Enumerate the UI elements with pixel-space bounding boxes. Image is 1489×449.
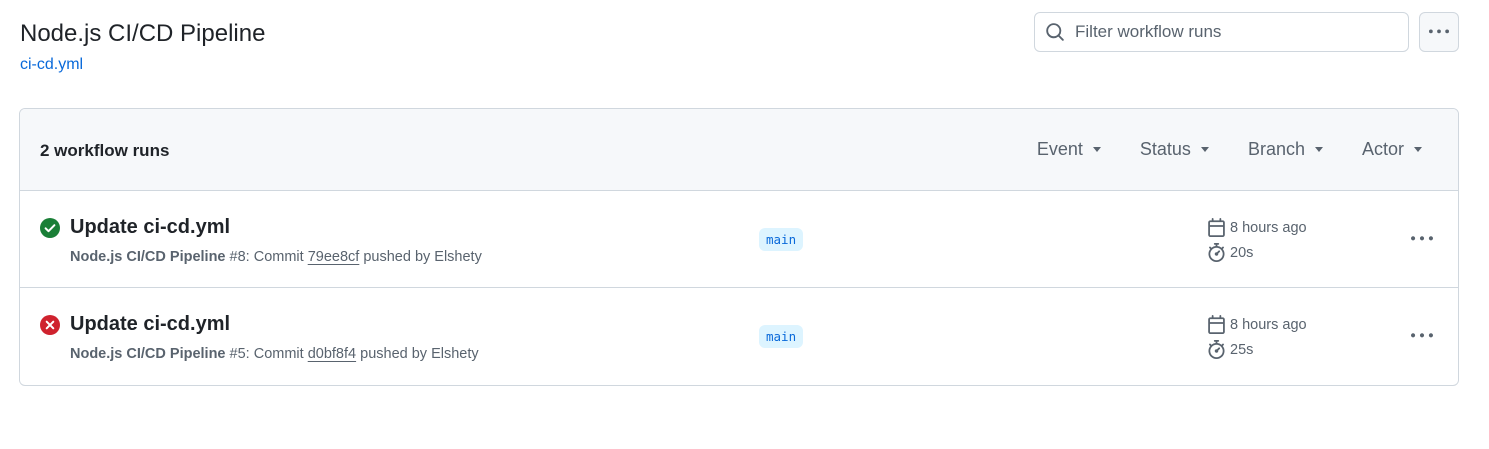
run-number: #5 (229, 346, 246, 362)
run-more-options-button[interactable] (1410, 229, 1434, 249)
commit-sha-link[interactable]: 79ee8cf (308, 249, 360, 265)
stopwatch-icon (1208, 243, 1225, 262)
branch-filter-label: Branch (1247, 139, 1305, 159)
branch-badge[interactable]: main (759, 325, 804, 348)
search-icon (1046, 23, 1064, 41)
page-title: Node.js CI/CD Pipeline (20, 20, 266, 47)
pushed-by-text: pushed by Elshety (360, 346, 479, 362)
branch-filter[interactable]: Branch (1248, 139, 1323, 160)
workflow-run-row[interactable]: Update ci-cd.yml Node.js CI/CD Pipeline … (20, 191, 1458, 288)
duration-text: 20s (1230, 244, 1254, 261)
event-filter-label: Event (1036, 139, 1083, 159)
run-workflow-name: Node.js CI/CD Pipeline (70, 346, 226, 362)
run-number: #8 (229, 249, 246, 265)
caret-down-icon (1314, 147, 1323, 152)
kebab-horizontal-icon (1411, 333, 1433, 338)
actor-filter-label: Actor (1361, 139, 1404, 159)
run-time-ago: 8 hours ago (1207, 218, 1307, 237)
kebab-horizontal-icon (1429, 29, 1449, 34)
calendar-icon (1208, 315, 1225, 334)
commit-label: : Commit (245, 346, 304, 362)
time-ago-text: 8 hours ago (1230, 316, 1307, 333)
actor-filter[interactable]: Actor (1362, 139, 1422, 160)
check-circle-fill-icon (40, 218, 60, 238)
commit-label: : Commit (245, 249, 304, 265)
run-workflow-name: Node.js CI/CD Pipeline (70, 249, 226, 265)
time-ago-text: 8 hours ago (1230, 219, 1307, 236)
event-filter[interactable]: Event (1037, 139, 1101, 160)
more-options-button[interactable] (1419, 12, 1459, 52)
x-circle-fill-icon (40, 315, 60, 335)
run-time-ago: 8 hours ago (1207, 315, 1307, 334)
run-more-options-button[interactable] (1410, 326, 1434, 346)
run-meta: Node.js CI/CD Pipeline #8: Commit 79ee8c… (70, 249, 482, 265)
filter-runs-input[interactable] (1075, 22, 1395, 42)
filter-bar: Event Status Branch Actor (998, 139, 1422, 160)
pushed-by-text: pushed by Elshety (363, 249, 482, 265)
kebab-horizontal-icon (1411, 236, 1433, 241)
run-duration: 25s (1207, 340, 1253, 359)
run-meta: Node.js CI/CD Pipeline #5: Commit d0bf8f… (70, 346, 479, 362)
commit-sha-link[interactable]: d0bf8f4 (308, 346, 356, 362)
status-filter[interactable]: Status (1140, 139, 1209, 160)
run-title-link[interactable]: Update ci-cd.yml (70, 313, 230, 336)
stopwatch-icon (1208, 340, 1225, 359)
filter-search-box[interactable] (1034, 12, 1409, 52)
workflow-runs-panel: 2 workflow runs Event Status Branch Acto… (19, 108, 1459, 386)
duration-text: 25s (1230, 341, 1254, 358)
calendar-icon (1208, 218, 1225, 237)
status-filter-label: Status (1139, 139, 1191, 159)
runs-panel-header: 2 workflow runs Event Status Branch Acto… (20, 109, 1458, 191)
workflow-run-row[interactable]: Update ci-cd.yml Node.js CI/CD Pipeline … (20, 288, 1458, 385)
runs-count: 2 workflow runs (40, 141, 170, 160)
run-title-link[interactable]: Update ci-cd.yml (70, 216, 230, 239)
run-duration: 20s (1207, 243, 1253, 262)
caret-down-icon (1092, 147, 1101, 152)
caret-down-icon (1200, 147, 1209, 152)
workflow-file-link[interactable]: ci-cd.yml (20, 56, 83, 74)
caret-down-icon (1414, 147, 1422, 152)
branch-badge[interactable]: main (759, 228, 804, 251)
